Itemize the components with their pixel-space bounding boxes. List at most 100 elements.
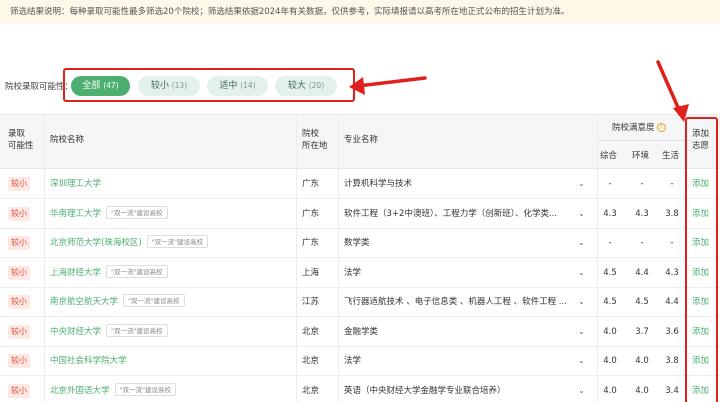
- possibility-badge: 较小: [8, 354, 30, 368]
- location-cell: 北京: [302, 356, 320, 366]
- header-text: 可能性: [8, 141, 34, 151]
- pill-count: (47): [103, 81, 119, 90]
- school-link[interactable]: 北京师范大学(珠海校区): [50, 238, 142, 248]
- school-cell: 北京外国语大学 "双一流"建设高校: [50, 376, 294, 402]
- major-cell[interactable]: 法学: [344, 346, 576, 376]
- chevron-down-icon[interactable]: ⌄: [578, 258, 585, 288]
- filter-pill-all[interactable]: 全部 (47): [71, 76, 130, 96]
- location-cell: 广东: [302, 238, 320, 248]
- major-cell[interactable]: 金融学类: [344, 317, 576, 347]
- life-score: 4.4: [665, 297, 679, 307]
- header-satisfaction: 院校满意度?: [612, 122, 666, 134]
- filter-pill-large[interactable]: 较大 (20): [275, 76, 337, 96]
- chevron-down-icon[interactable]: ⌄: [578, 376, 585, 402]
- pill-count: (20): [308, 81, 325, 90]
- overall-score: 4.0: [603, 356, 617, 366]
- possibility-badge: 较小: [8, 206, 30, 221]
- possibility-badge: 较小: [8, 236, 30, 250]
- add-column-highlight-box: [685, 117, 718, 402]
- overall-score: 4.0: [603, 326, 617, 337]
- chevron-down-icon[interactable]: ⌄: [578, 169, 585, 199]
- chevron-down-icon[interactable]: ⌄: [578, 228, 585, 258]
- table-row: 较小 北京外国语大学 "双一流"建设高校 北京 英语（中央财经大学金融学专业联合培养） ⌄…: [0, 376, 720, 402]
- environment-score: 4.3: [635, 208, 649, 219]
- double-first-class-tag: "双一流"建设高校: [146, 235, 209, 248]
- chevron-down-icon[interactable]: ⌄: [578, 199, 585, 229]
- life-score: -: [670, 238, 674, 248]
- header-major: 专业名称: [344, 135, 379, 145]
- life-score: 3.4: [665, 385, 679, 396]
- school-link[interactable]: 中央财经大学: [50, 327, 101, 337]
- header-life: 生活: [662, 151, 680, 161]
- pill-label: 较小: [150, 81, 169, 91]
- location-cell: 江苏: [302, 297, 320, 307]
- major-cell[interactable]: 计算机科学与技术: [344, 169, 576, 199]
- life-score: -: [670, 179, 674, 189]
- school-cell: 上海财经大学 "双一流"建设高校: [50, 258, 294, 288]
- table-row: 较小 中国社会科学院大学 北京 法学 ⌄ 4.0 4.0 3.8 添加: [0, 346, 720, 376]
- header-environment: 环境: [632, 151, 650, 161]
- major-cell[interactable]: 英语（中央财经大学金融学专业联合培养）: [344, 376, 576, 402]
- school-link[interactable]: 深圳理工大学: [50, 179, 101, 189]
- environment-score: 4.0: [635, 385, 649, 396]
- life-score: 3.8: [665, 356, 679, 366]
- double-first-class-tag: "双一流"建设高校: [106, 205, 168, 219]
- location-cell: 北京: [302, 385, 320, 396]
- major-cell[interactable]: 数学类: [344, 228, 576, 258]
- help-icon[interactable]: ?: [656, 123, 666, 132]
- table-row: 较小 中央财经大学 "双一流"建设高校 北京 金融学类 ⌄ 4.0 3.7 3.6 添加: [0, 317, 720, 347]
- chevron-down-icon[interactable]: ⌄: [578, 346, 585, 376]
- school-cell: 南京航空航天大学 "双一流"建设高校: [50, 287, 294, 317]
- header-location: 院校 所在地: [302, 128, 328, 152]
- location-cell: 北京: [302, 326, 320, 337]
- possibility-badge: 较小: [8, 383, 30, 398]
- environment-score: -: [640, 238, 644, 248]
- filter-pill-medium[interactable]: 适中 (14): [207, 76, 268, 96]
- table-row: 较小 深圳理工大学 广东 计算机科学与技术 ⌄ - - - 添加: [0, 169, 720, 199]
- school-cell: 深圳理工大学: [50, 169, 294, 199]
- environment-score: 4.4: [635, 267, 649, 278]
- location-cell: 广东: [302, 179, 320, 189]
- location-cell: 上海: [302, 267, 320, 278]
- environment-score: 4.0: [635, 356, 649, 366]
- double-first-class-tag: "双一流"建设高校: [123, 294, 185, 307]
- major-cell[interactable]: 软件工程（3+2中澳班）、工程力学（创新班）、化学类...: [344, 199, 576, 229]
- environment-score: -: [640, 179, 644, 189]
- table-row: 较小 上海财经大学 "双一流"建设高校 上海 法学 ⌄ 4.5 4.4 4.3 添加: [0, 258, 720, 288]
- pill-label: 较大: [287, 81, 306, 91]
- possibility-badge: 较小: [8, 295, 30, 309]
- overall-score: -: [608, 238, 612, 248]
- header-school: 院校名称: [50, 135, 85, 145]
- header-text: 院校满意度: [612, 123, 655, 133]
- school-link[interactable]: 华南理工大学: [50, 209, 101, 219]
- school-cell: 中国社会科学院大学: [50, 346, 294, 376]
- school-cell: 华南理工大学 "双一流"建设高校: [50, 199, 294, 229]
- table-row: 较小 南京航空航天大学 "双一流"建设高校 江苏 飞行器适航技术 、电子信息类 、机器人…: [0, 287, 720, 317]
- filter-pill-small[interactable]: 较小 (13): [138, 76, 200, 96]
- header-text: 所在地: [302, 141, 328, 151]
- pill-count: (14): [240, 81, 256, 90]
- school-link[interactable]: 南京航空航天大学: [50, 297, 118, 307]
- double-first-class-tag: "双一流"建设高校: [106, 264, 168, 278]
- life-score: 4.3: [665, 267, 679, 278]
- major-cell[interactable]: 飞行器适航技术 、电子信息类 、机器人工程 、软件工程 ...: [344, 287, 576, 317]
- notice-banner: 筛选结果说明：每种录取可能性最多筛选20个院校；筛选结果依据2024年有关数据，…: [0, 0, 720, 24]
- table-row: 较小 北京师范大学(珠海校区) "双一流"建设高校 广东 数学类 ⌄ - - - 添加: [0, 228, 720, 258]
- pill-count: (13): [171, 81, 188, 90]
- double-first-class-tag: "双一流"建设高校: [106, 323, 168, 337]
- header-text: 院校: [302, 129, 320, 139]
- environment-score: 4.5: [635, 297, 649, 307]
- school-link[interactable]: 上海财经大学: [50, 268, 101, 278]
- school-link[interactable]: 北京外国语大学: [50, 386, 110, 396]
- overall-score: 4.0: [603, 385, 617, 396]
- header-possibility: 录取 可能性: [8, 128, 34, 152]
- chevron-down-icon[interactable]: ⌄: [578, 287, 585, 317]
- major-cell[interactable]: 法学: [344, 258, 576, 288]
- school-cell: 北京师范大学(珠海校区) "双一流"建设高校: [50, 228, 294, 258]
- header-text: 录取: [8, 129, 26, 139]
- environment-score: 3.7: [635, 326, 649, 337]
- school-cell: 中央财经大学 "双一流"建设高校: [50, 317, 294, 347]
- possibility-badge: 较小: [8, 324, 30, 339]
- chevron-down-icon[interactable]: ⌄: [578, 317, 585, 347]
- school-link[interactable]: 中国社会科学院大学: [50, 356, 127, 366]
